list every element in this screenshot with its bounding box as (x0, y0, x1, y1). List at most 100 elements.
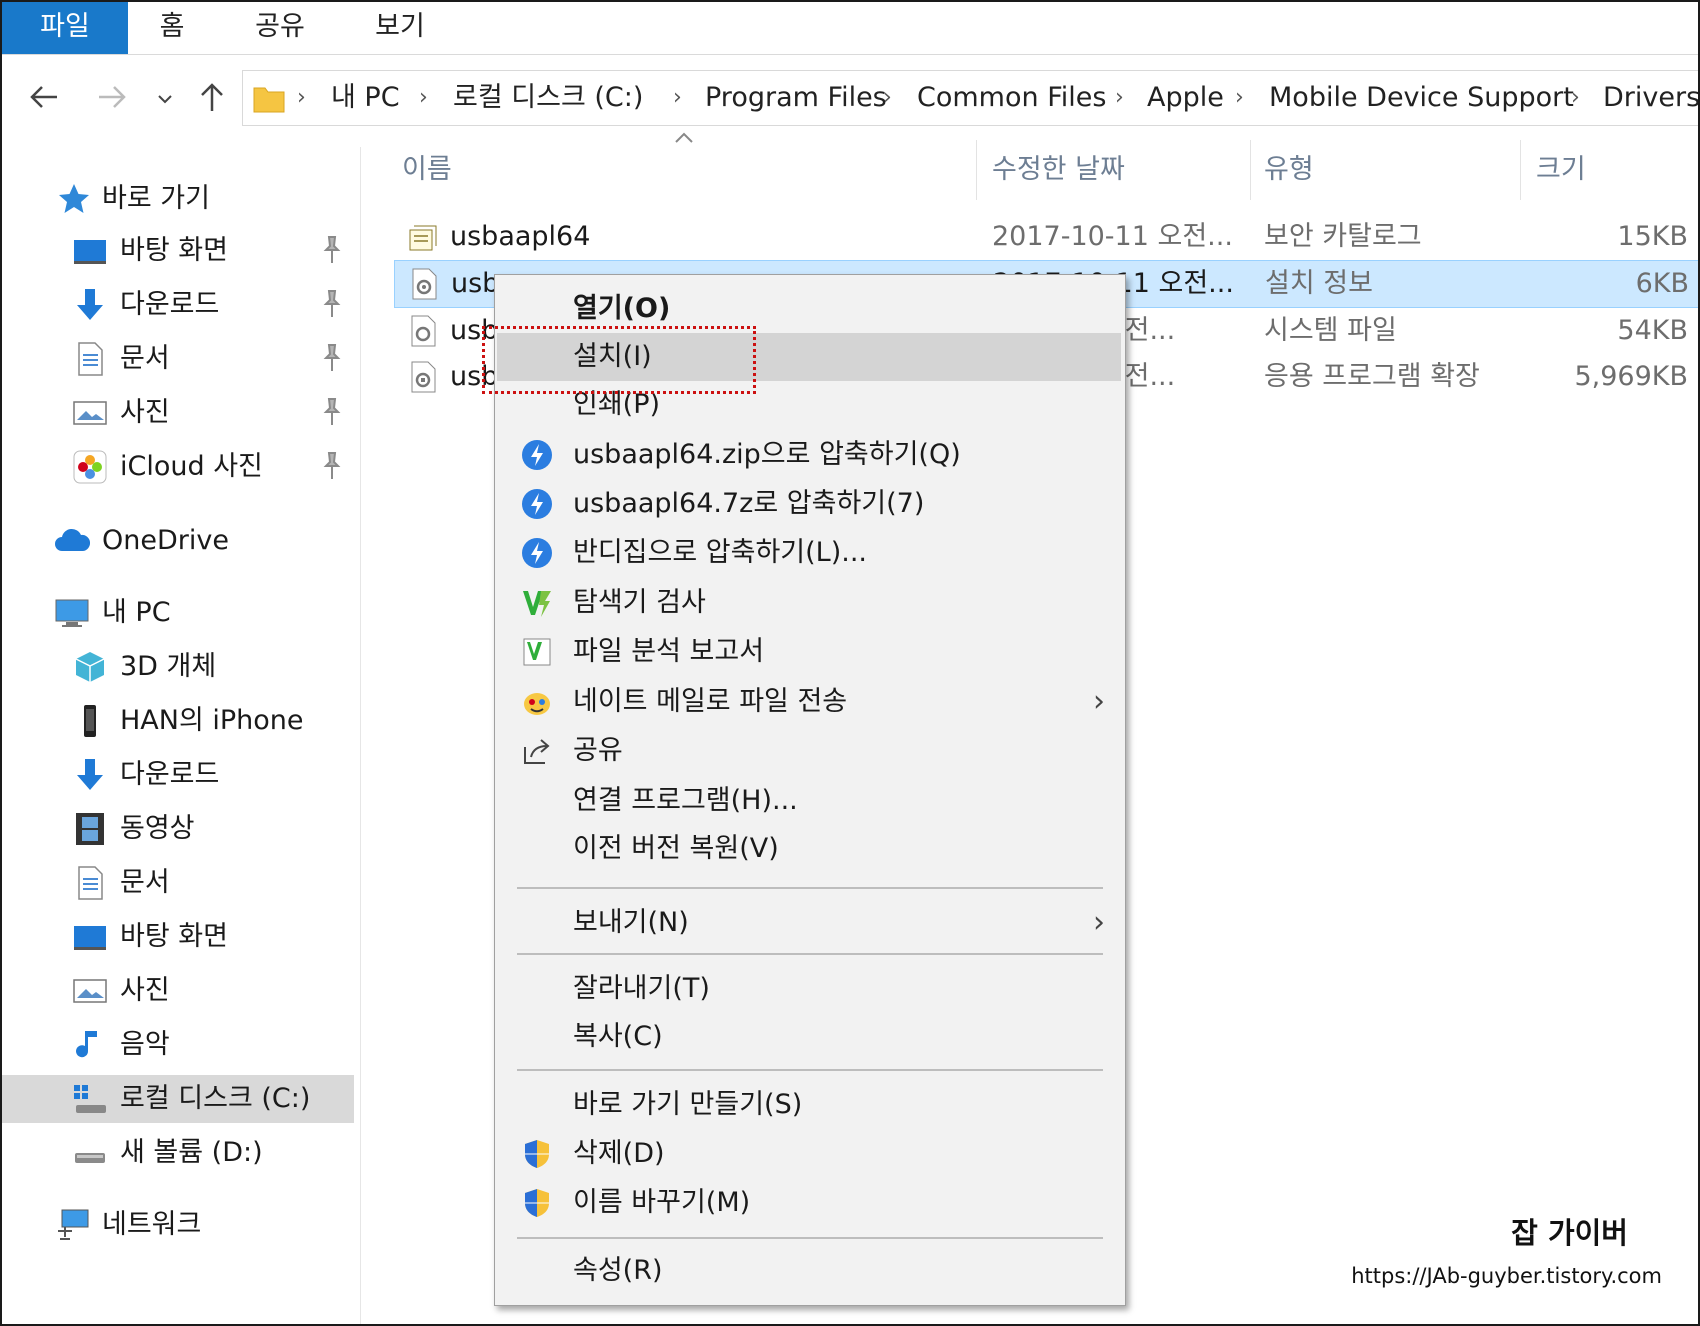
nav-local-disk-c[interactable]: 로컬 디스크 (C:) (2, 1075, 354, 1123)
forward-button[interactable] (88, 62, 136, 132)
pane-divider[interactable] (360, 147, 361, 1324)
tab-home[interactable]: 홈 (142, 2, 202, 54)
nav-documents[interactable]: 문서 (2, 335, 354, 383)
nav-desktop[interactable]: 바탕 화면 (2, 227, 354, 275)
file-size: 15KB (1617, 221, 1688, 252)
up-button[interactable] (190, 62, 234, 132)
tab-file[interactable]: 파일 (2, 2, 128, 54)
drive-windows-icon (74, 1085, 106, 1113)
nav-label: 다운로드 (120, 289, 220, 320)
tab-view[interactable]: 보기 (364, 2, 436, 54)
network-icon (58, 1209, 89, 1240)
bandizip-icon (522, 489, 552, 519)
column-header-size[interactable]: 크기 (1536, 142, 1586, 198)
menu-item-bandizip[interactable]: 반디집으로 압축하기(L)... (497, 529, 1121, 577)
nav-3d-objects[interactable]: 3D 개체 (2, 643, 354, 691)
menu-label: 속성(R) (573, 1255, 663, 1286)
nav-pictures-pc[interactable]: 사진 (2, 967, 354, 1015)
breadcrumb-this-pc[interactable]: 내 PC (331, 71, 400, 125)
film-icon (76, 813, 104, 845)
menu-item-share[interactable]: 공유 (497, 727, 1121, 775)
tab-share[interactable]: 공유 (244, 2, 316, 54)
menu-item-copy[interactable]: 복사(C) (497, 1013, 1121, 1061)
nav-pictures[interactable]: 사진 (2, 389, 354, 437)
menu-item-compress-7z[interactable]: usbaapl64.7z로 압축하기(7) (497, 480, 1121, 528)
nav-label: 음악 (120, 1029, 170, 1060)
menu-item-open-with[interactable]: 연결 프로그램(H)... (497, 777, 1121, 825)
nav-desktop-pc[interactable]: 바탕 화면 (2, 913, 354, 961)
breadcrumb-local-disk[interactable]: 로컬 디스크 (C:) (453, 71, 643, 125)
chevron-right-icon: › (1115, 85, 1124, 110)
file-row[interactable]: usbaapl64 2017-10-11 오전... 보안 카탈로그 15KB (394, 214, 1698, 260)
sort-ascending-icon (675, 132, 693, 143)
nav-onedrive[interactable]: OneDrive (2, 517, 354, 565)
nav-label: HAN의 iPhone (120, 705, 304, 736)
column-header-type[interactable]: 유형 (1264, 142, 1314, 198)
context-menu: 열기(O) 설치(I) 인쇄(P) usbaapl64.zip으로 압축하기(Q… (494, 274, 1126, 1306)
nav-downloads-pc[interactable]: 다운로드 (2, 751, 354, 799)
menu-item-send-to[interactable]: 보내기(N) › (497, 899, 1121, 947)
chevron-right-icon: › (673, 85, 682, 110)
menu-item-cut[interactable]: 잘라내기(T) (497, 965, 1121, 1013)
breadcrumb-common-files[interactable]: Common Files (917, 71, 1106, 125)
breadcrumb-drivers[interactable]: Drivers (1603, 71, 1698, 125)
menu-label: usbaapl64.7z로 압축하기(7) (573, 488, 925, 519)
nav-label: 사진 (120, 975, 170, 1006)
uac-shield-icon (525, 1140, 549, 1168)
menu-item-compress-zip[interactable]: usbaapl64.zip으로 압축하기(Q) (497, 431, 1121, 479)
nav-iphone[interactable]: HAN의 iPhone (2, 697, 354, 745)
pin-icon (323, 236, 341, 263)
column-header-date[interactable]: 수정한 날짜 (992, 142, 1125, 198)
file-name-visible: usb (451, 268, 500, 299)
chevron-right-icon: › (883, 85, 892, 110)
nav-quick-access[interactable]: 바로 가기 (2, 175, 354, 223)
nav-this-pc[interactable]: 내 PC (2, 589, 354, 637)
navigation-pane: 바로 가기 바탕 화면 다운로드 문서 사진 iCloud 사진 OneDriv… (2, 147, 362, 1324)
antivirus-v3-icon (523, 591, 551, 617)
chevron-down-icon (158, 95, 172, 104)
menu-label: 바로 가기 만들기(S) (573, 1089, 803, 1120)
computer-icon (55, 599, 89, 627)
breadcrumb-apple[interactable]: Apple (1147, 71, 1224, 125)
recent-locations-button[interactable] (150, 62, 180, 132)
menu-item-rename[interactable]: 이름 바꾸기(M) (497, 1179, 1121, 1227)
nav-new-volume-d[interactable]: 새 볼륨 (D:) (2, 1129, 354, 1177)
menu-item-restore-previous[interactable]: 이전 버전 복원(V) (497, 825, 1121, 873)
nav-videos[interactable]: 동영상 (2, 805, 354, 853)
back-button[interactable] (20, 62, 68, 132)
breadcrumb-mobile-device-support[interactable]: Mobile Device Support (1269, 71, 1574, 125)
folder-icon (253, 87, 285, 113)
address-bar[interactable]: › 내 PC › 로컬 디스크 (C:) › Program Files › C… (242, 70, 1698, 126)
nav-music[interactable]: 음악 (2, 1021, 354, 1069)
nav-network[interactable]: 네트워크 (2, 1201, 354, 1249)
column-divider[interactable] (1520, 140, 1521, 200)
column-header-name[interactable]: 이름 (402, 142, 452, 198)
bandizip-icon (522, 440, 552, 470)
icloud-photos-icon (73, 450, 107, 484)
column-divider[interactable] (1250, 140, 1251, 200)
highlight-annotation-box (482, 326, 756, 394)
menu-item-delete[interactable]: 삭제(D) (497, 1130, 1121, 1178)
setup-info-icon (412, 268, 437, 300)
file-size: 54KB (1617, 315, 1688, 346)
menu-item-v3-scan[interactable]: 탐색기 검사 (497, 579, 1121, 627)
menu-item-properties[interactable]: 속성(R) (497, 1247, 1121, 1295)
menu-label: 연결 프로그램(H)... (573, 785, 798, 816)
nav-documents-pc[interactable]: 문서 (2, 859, 354, 907)
nav-label: 바로 가기 (102, 183, 210, 214)
ribbon-tabs: 파일 홈 공유 보기 (2, 2, 1698, 55)
menu-label: 파일 분석 보고서 (573, 636, 765, 667)
menu-label: 이전 버전 복원(V) (573, 833, 779, 864)
column-divider[interactable] (976, 140, 977, 200)
nav-label: 동영상 (120, 813, 195, 844)
breadcrumb-program-files[interactable]: Program Files (705, 71, 887, 125)
menu-item-analysis-report[interactable]: 파일 분석 보고서 (497, 628, 1121, 676)
menu-item-nate-mail[interactable]: 네이트 메일로 파일 전송 › (497, 678, 1121, 726)
menu-item-create-shortcut[interactable]: 바로 가기 만들기(S) (497, 1081, 1121, 1129)
pin-icon (323, 398, 341, 425)
file-type: 보안 카탈로그 (1264, 221, 1422, 252)
nav-icloud-photos[interactable]: iCloud 사진 (2, 443, 354, 491)
uac-shield-icon (525, 1189, 549, 1217)
nav-downloads[interactable]: 다운로드 (2, 281, 354, 329)
chevron-right-icon: › (419, 85, 428, 110)
